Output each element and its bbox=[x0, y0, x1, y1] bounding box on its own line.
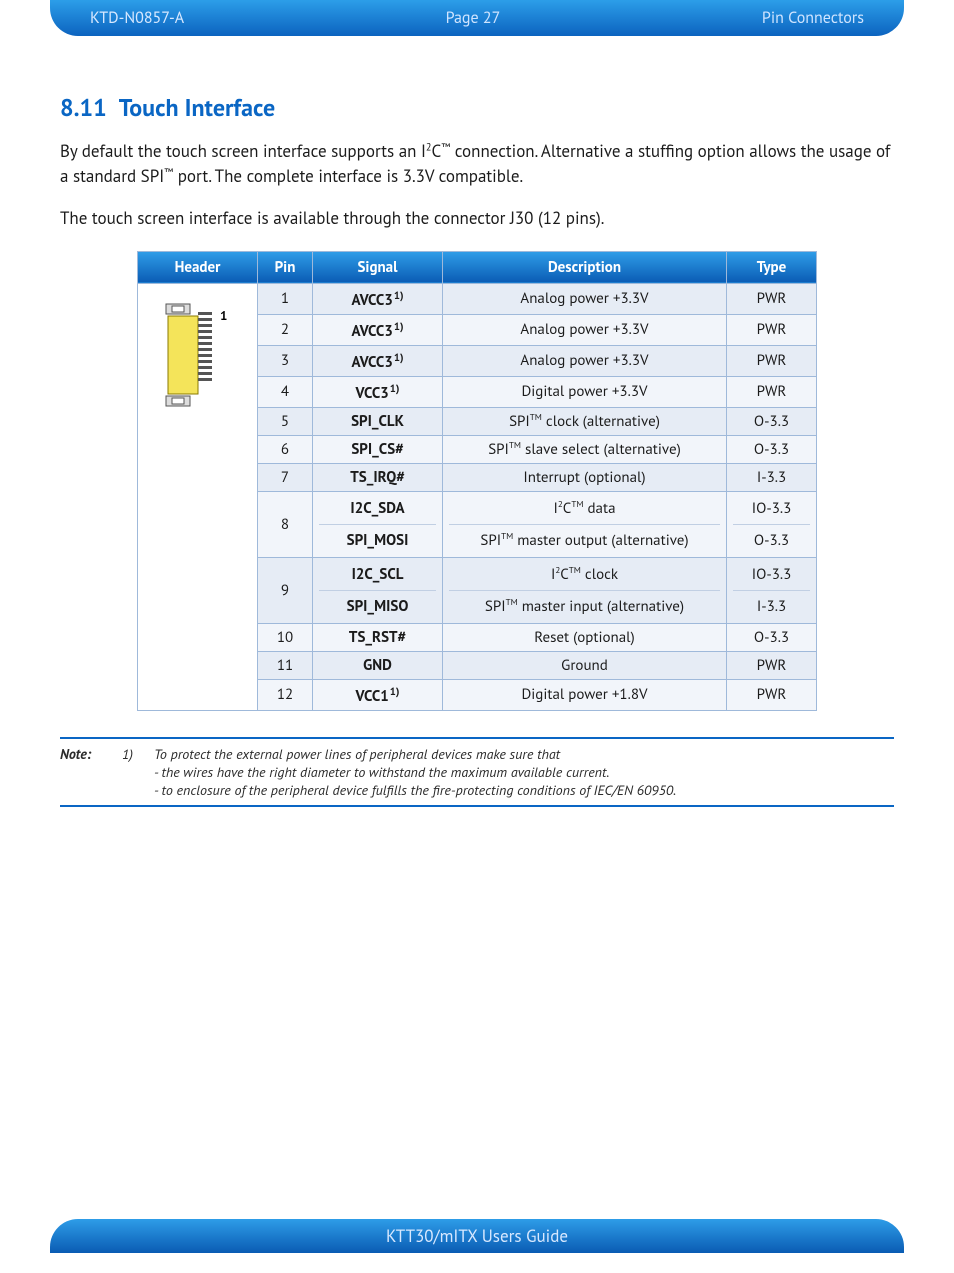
pin-cell: 12 bbox=[258, 679, 313, 710]
pin-table-wrapper: Header Pin Signal Description Type 11AVC… bbox=[137, 251, 817, 711]
description-cell: I2CTM dataSPITM master output (alternati… bbox=[443, 491, 727, 557]
pin-cell: 8 bbox=[258, 491, 313, 557]
description-cell: Ground bbox=[443, 651, 727, 679]
pin-cell: 5 bbox=[258, 407, 313, 435]
th-type: Type bbox=[727, 251, 817, 283]
section-heading: 8.11 Touch Interface bbox=[60, 92, 894, 123]
note-label: Note: bbox=[60, 745, 108, 799]
signal-cell: AVCC31) bbox=[313, 345, 443, 376]
note-number: 1) bbox=[122, 745, 140, 799]
footer-title: KTT30/mITX Users Guide bbox=[386, 1225, 568, 1247]
note-text: To protect the external power lines of p… bbox=[154, 745, 894, 799]
description-cell: Analog power +3.3V bbox=[443, 345, 727, 376]
type-cell: O-3.3 bbox=[727, 407, 817, 435]
type-cell: IO-3.3I-3.3 bbox=[727, 557, 817, 623]
signal-cell: TS_RST# bbox=[313, 623, 443, 651]
th-signal: Signal bbox=[313, 251, 443, 283]
pin-cell: 10 bbox=[258, 623, 313, 651]
signal-cell: GND bbox=[313, 651, 443, 679]
type-cell: I-3.3 bbox=[727, 463, 817, 491]
signal-cell: AVCC31) bbox=[313, 314, 443, 345]
description-cell: Analog power +3.3V bbox=[443, 314, 727, 345]
signal-cell: I2C_SCLSPI_MISO bbox=[313, 557, 443, 623]
th-header: Header bbox=[138, 251, 258, 283]
table-row: 11AVCC31)Analog power +3.3VPWR bbox=[138, 283, 817, 314]
signal-cell: VCC11) bbox=[313, 679, 443, 710]
type-cell: PWR bbox=[727, 314, 817, 345]
pin-cell: 1 bbox=[258, 283, 313, 314]
signal-cell: SPI_CS# bbox=[313, 435, 443, 463]
signal-cell: TS_IRQ# bbox=[313, 463, 443, 491]
heading-number: 8.11 bbox=[60, 92, 107, 123]
intro-paragraph-1: By default the touch screen interface su… bbox=[60, 139, 894, 188]
description-cell: Interrupt (optional) bbox=[443, 463, 727, 491]
description-cell: Digital power +3.3V bbox=[443, 376, 727, 407]
connector-icon: 1 bbox=[158, 300, 238, 410]
page-number: Page 27 bbox=[446, 8, 501, 28]
note-box: Note: 1) To protect the external power l… bbox=[60, 737, 894, 807]
th-pin: Pin bbox=[258, 251, 313, 283]
pin-cell: 3 bbox=[258, 345, 313, 376]
page-header-bar: KTD-N0857-A Page 27 Pin Connectors bbox=[50, 0, 904, 36]
type-cell: O-3.3 bbox=[727, 623, 817, 651]
type-cell: IO-3.3O-3.3 bbox=[727, 491, 817, 557]
signal-cell: AVCC31) bbox=[313, 283, 443, 314]
doc-id: KTD-N0857-A bbox=[90, 8, 184, 28]
description-cell: Analog power +3.3V bbox=[443, 283, 727, 314]
pin-table: Header Pin Signal Description Type 11AVC… bbox=[137, 251, 817, 711]
pin-cell: 6 bbox=[258, 435, 313, 463]
type-cell: PWR bbox=[727, 651, 817, 679]
description-cell: Digital power +1.8V bbox=[443, 679, 727, 710]
type-cell: PWR bbox=[727, 376, 817, 407]
description-cell: Reset (optional) bbox=[443, 623, 727, 651]
pin-cell: 7 bbox=[258, 463, 313, 491]
section-title: Pin Connectors bbox=[762, 8, 864, 28]
description-cell: SPITM slave select (alternative) bbox=[443, 435, 727, 463]
page-footer-bar: KTT30/mITX Users Guide bbox=[50, 1219, 904, 1253]
type-cell: O-3.3 bbox=[727, 435, 817, 463]
header-diagram-cell: 1 bbox=[138, 283, 258, 710]
pin-cell: 4 bbox=[258, 376, 313, 407]
signal-cell: I2C_SDASPI_MOSI bbox=[313, 491, 443, 557]
intro-paragraph-2: The touch screen interface is available … bbox=[60, 206, 894, 231]
type-cell: PWR bbox=[727, 679, 817, 710]
signal-cell: SPI_CLK bbox=[313, 407, 443, 435]
heading-title: Touch Interface bbox=[119, 92, 275, 123]
type-cell: PWR bbox=[727, 283, 817, 314]
type-cell: PWR bbox=[727, 345, 817, 376]
pin-cell: 11 bbox=[258, 651, 313, 679]
th-description: Description bbox=[443, 251, 727, 283]
svg-text:1: 1 bbox=[220, 307, 227, 324]
description-cell: SPITM clock (alternative) bbox=[443, 407, 727, 435]
table-header-row: Header Pin Signal Description Type bbox=[138, 251, 817, 283]
pin-cell: 2 bbox=[258, 314, 313, 345]
pin-cell: 9 bbox=[258, 557, 313, 623]
signal-cell: VCC31) bbox=[313, 376, 443, 407]
description-cell: I2CTM clockSPITM master input (alternati… bbox=[443, 557, 727, 623]
